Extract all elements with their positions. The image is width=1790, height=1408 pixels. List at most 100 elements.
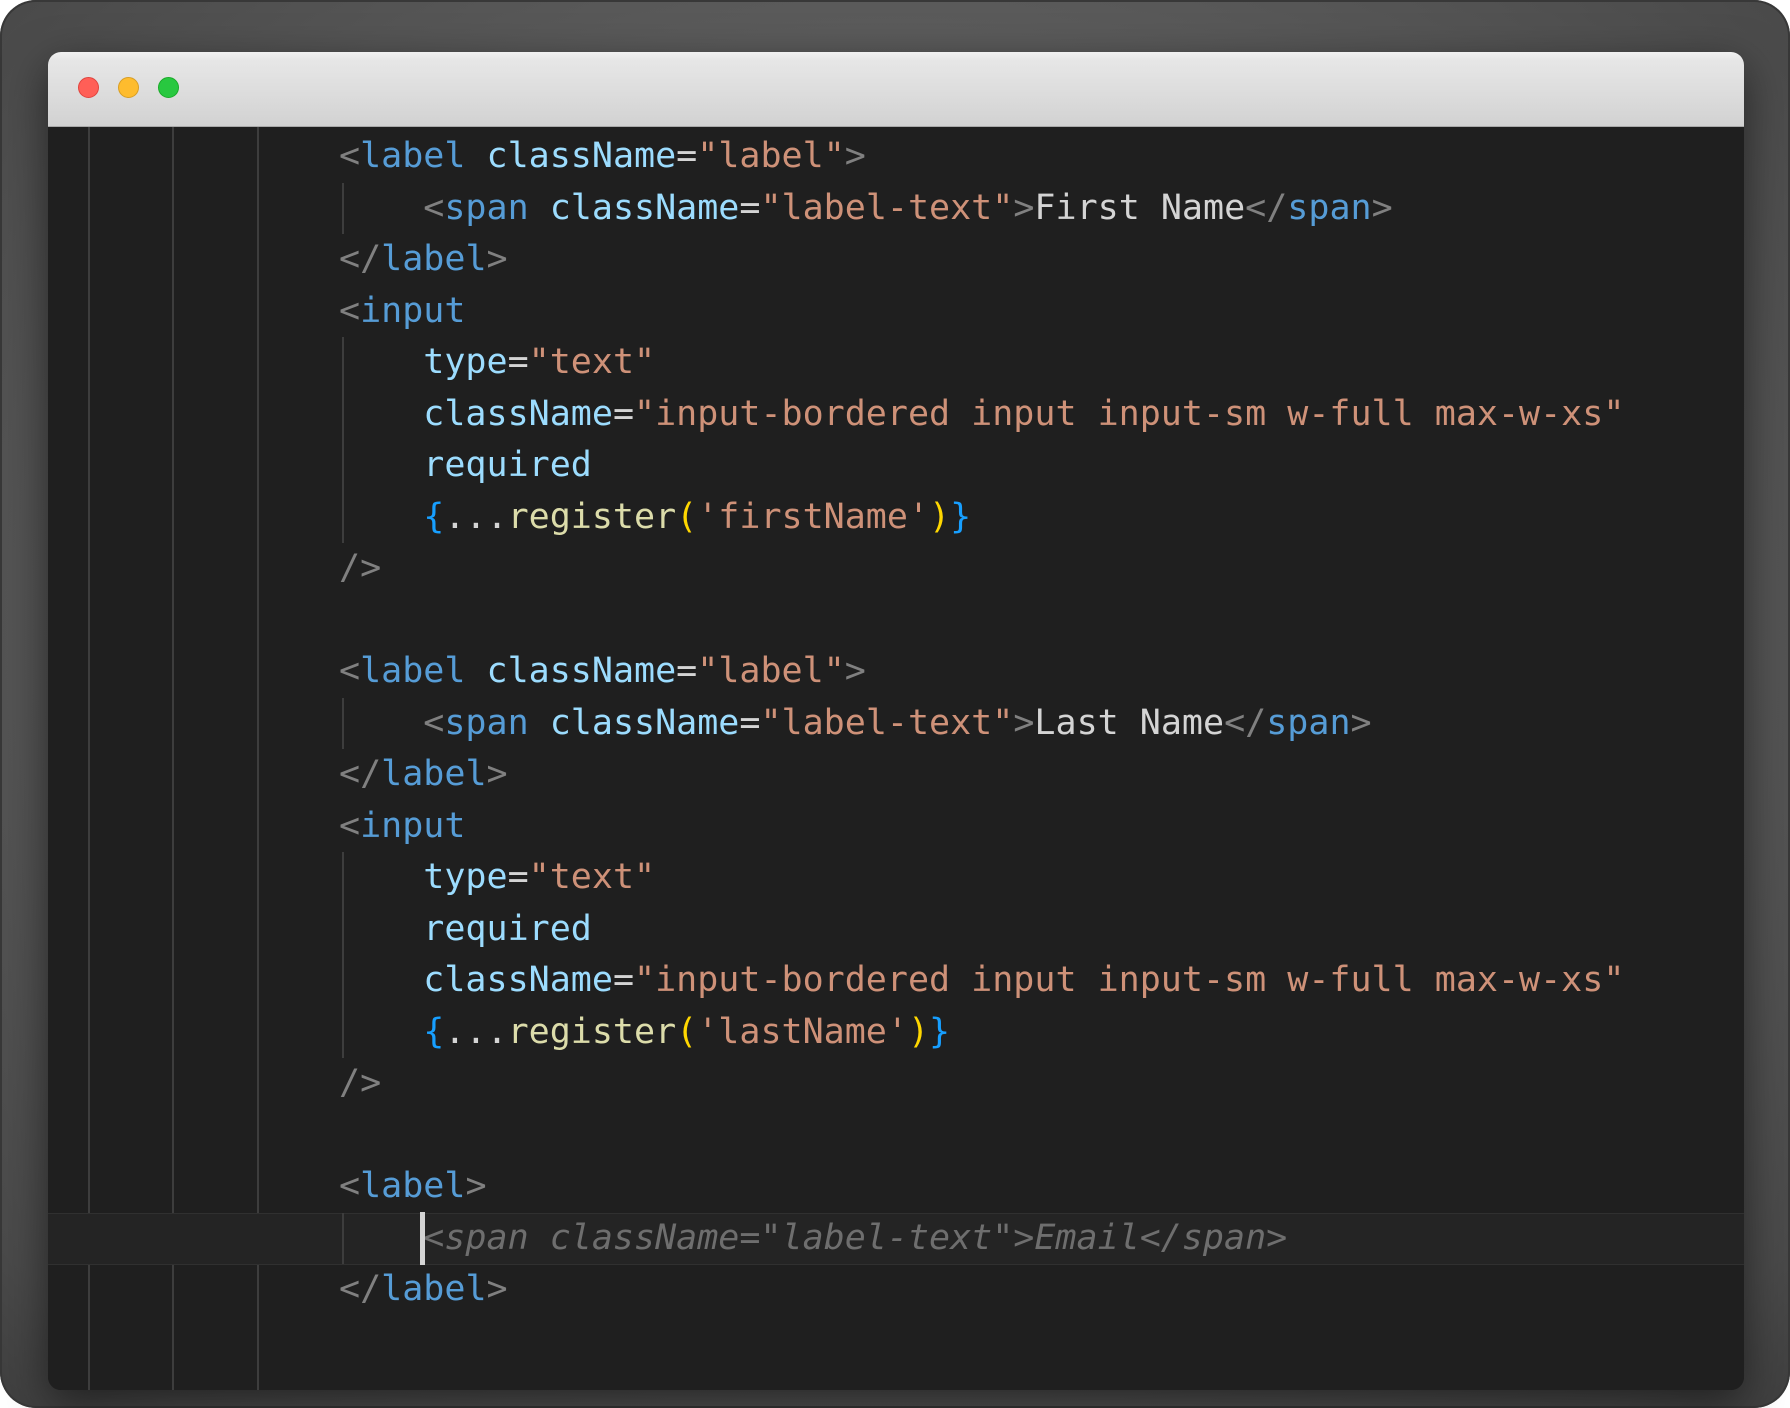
code-token: label	[360, 1166, 465, 1206]
code-token: />	[339, 1063, 381, 1103]
code-token: "text"	[529, 857, 655, 897]
code-line: </label>	[339, 1264, 1744, 1316]
code-token: <	[339, 806, 360, 846]
code-token: "text"	[529, 342, 655, 382]
indent-guide	[88, 127, 90, 1390]
code-token: type	[423, 342, 507, 382]
indent-guide	[172, 127, 174, 1390]
code-token: />	[339, 548, 381, 588]
code-token: {	[423, 497, 444, 537]
code-token: className	[550, 703, 740, 743]
zoom-button[interactable]	[158, 77, 179, 98]
code-token: </	[339, 754, 381, 794]
code-token: "input-bordered input input-sm w-full ma…	[634, 960, 1624, 1000]
code-token: span	[1266, 703, 1350, 743]
code-line: <span className="label-text">Email</span…	[339, 1213, 1744, 1265]
code-area: <label className="label"><span className…	[339, 131, 1744, 1316]
code-token: required	[423, 445, 592, 485]
code-token: )	[908, 1012, 929, 1052]
code-token: =	[508, 857, 529, 897]
code-token: <	[423, 188, 444, 228]
code-token: register	[508, 1012, 677, 1052]
code-token: 'firstName'	[697, 497, 929, 537]
code-token: ...	[444, 1012, 507, 1052]
code-line: required	[339, 440, 1744, 492]
code-token: "label-text"	[760, 188, 1013, 228]
code-token: >	[487, 239, 508, 279]
code-line: type="text"	[339, 852, 1744, 904]
code-token: >	[845, 136, 866, 176]
code-token: input	[360, 291, 465, 331]
code-token: =	[613, 394, 634, 434]
code-token: }	[929, 1012, 950, 1052]
code-editor-window: <label className="label"><span className…	[48, 52, 1744, 1390]
code-token: label	[381, 239, 486, 279]
code-token	[465, 651, 486, 691]
close-button[interactable]	[78, 77, 99, 98]
code-token: "input-bordered input input-sm w-full ma…	[634, 394, 1624, 434]
code-token: =	[739, 188, 760, 228]
code-token: >	[487, 1269, 508, 1309]
code-token: </	[1224, 703, 1266, 743]
titlebar[interactable]	[48, 52, 1744, 127]
code-line: required	[339, 904, 1744, 956]
code-token: =	[676, 651, 697, 691]
code-line: <label className="label">	[339, 131, 1744, 183]
code-token: className	[487, 136, 677, 176]
code-token: >	[845, 651, 866, 691]
editor-area[interactable]: <label className="label"><span className…	[48, 127, 1744, 1390]
code-line: />	[339, 1058, 1744, 1110]
code-token: label	[360, 136, 465, 176]
code-token: className	[423, 960, 613, 1000]
code-token: =	[613, 960, 634, 1000]
indent-guide	[257, 127, 259, 1390]
code-token: </	[339, 1269, 381, 1309]
code-token: "label-text"	[760, 703, 1013, 743]
code-token: =	[676, 136, 697, 176]
code-token: input	[360, 806, 465, 846]
code-token: >	[1351, 703, 1372, 743]
window-shadow-frame: <label className="label"><span className…	[0, 0, 1790, 1408]
code-line: <label className="label">	[339, 646, 1744, 698]
code-token: (	[676, 497, 697, 537]
code-token	[529, 188, 550, 228]
code-token: First Name	[1034, 188, 1245, 228]
code-token: className	[550, 188, 740, 228]
code-line-blank	[339, 595, 1744, 647]
code-token: >	[1372, 188, 1393, 228]
minimize-button[interactable]	[118, 77, 139, 98]
code-line: className="input-bordered input input-sm…	[339, 389, 1744, 441]
code-line: {...register('lastName')}	[339, 1007, 1744, 1059]
code-token: =	[508, 342, 529, 382]
code-token: </	[1245, 188, 1287, 228]
code-token: >	[1013, 703, 1034, 743]
code-line: <input	[339, 286, 1744, 338]
code-token: >	[487, 754, 508, 794]
code-token: span	[444, 703, 528, 743]
code-line: <label>	[339, 1161, 1744, 1213]
code-token: )	[929, 497, 950, 537]
code-token: label	[381, 1269, 486, 1309]
code-token: <	[423, 703, 444, 743]
code-line: <span className="label-text">Last Name</…	[339, 698, 1744, 750]
code-token: </	[339, 239, 381, 279]
code-token: "label"	[697, 651, 845, 691]
code-token: ...	[444, 497, 507, 537]
code-token: span	[1287, 188, 1371, 228]
code-token: Last Name	[1034, 703, 1224, 743]
code-token: type	[423, 857, 507, 897]
code-token: >	[1013, 188, 1034, 228]
code-token: <	[339, 136, 360, 176]
traffic-lights	[78, 77, 179, 98]
code-token: "label"	[697, 136, 845, 176]
code-token: className	[423, 394, 613, 434]
code-line: className="input-bordered input input-sm…	[339, 955, 1744, 1007]
code-line: />	[339, 543, 1744, 595]
code-token: <	[339, 651, 360, 691]
code-token: (	[676, 1012, 697, 1052]
code-token	[465, 136, 486, 176]
code-line-blank	[339, 1110, 1744, 1162]
code-line: </label>	[339, 749, 1744, 801]
code-token: >	[465, 1166, 486, 1206]
code-line: </label>	[339, 234, 1744, 286]
